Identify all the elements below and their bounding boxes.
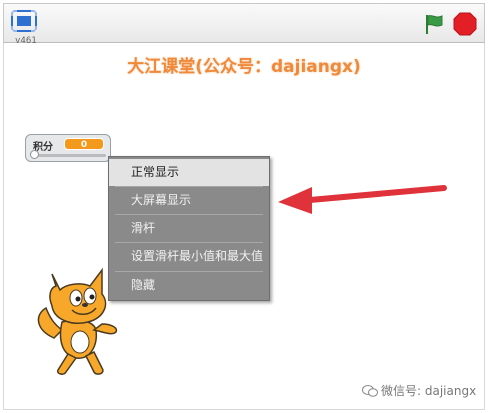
menu-item-large-readout[interactable]: 大屏幕显示 (109, 187, 269, 214)
watermark-text: 微信号: dajiangx (381, 384, 477, 398)
green-flag-icon[interactable] (423, 13, 445, 35)
variable-monitor[interactable]: 积分 0 (25, 134, 111, 162)
slider-track[interactable] (34, 154, 106, 157)
slider-knob[interactable] (30, 150, 39, 159)
context-menu: 正常显示 大屏幕显示 滑杆 设置滑杆最小值和最大值 隐藏 (108, 156, 270, 301)
page-title: 大江课堂(公众号：dajiangx) (127, 57, 361, 77)
scratch-cat-sprite[interactable] (32, 260, 132, 380)
stop-icon[interactable] (453, 12, 477, 36)
variable-value: 0 (64, 138, 104, 150)
stage-titlebar (3, 3, 485, 43)
menu-item-set-slider-range[interactable]: 设置滑杆最小值和最大值 (109, 243, 269, 270)
red-arrow-annotation (270, 178, 448, 218)
menu-item-hide[interactable]: 隐藏 (109, 272, 269, 299)
menu-item-slider[interactable]: 滑杆 (109, 215, 269, 242)
fullscreen-icon[interactable] (11, 10, 37, 32)
menu-item-normal-readout[interactable]: 正常显示 (109, 159, 269, 186)
wechat-icon (362, 383, 378, 397)
